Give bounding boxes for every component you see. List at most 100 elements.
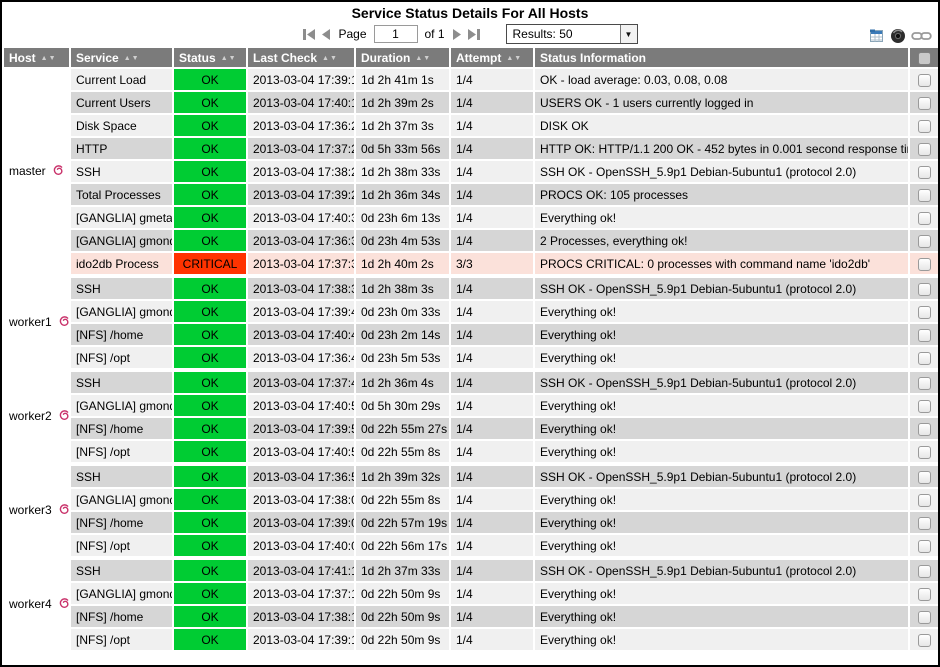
host-name[interactable]: worker4 [9,597,52,611]
row-select-checkbox[interactable] [918,377,931,390]
row-select-checkbox[interactable] [918,446,931,459]
sort-arrows-icon[interactable]: ▲▼ [124,55,140,62]
attempt: 1/4 [451,629,533,650]
service-row: Disk SpaceOK2013-03-04 17:36:211d 2h 37m… [4,115,938,136]
page-number-input[interactable] [374,25,418,43]
export-csv-icon[interactable] [868,28,885,44]
service-name[interactable]: HTTP [71,138,172,159]
row-select-checkbox[interactable] [918,306,931,319]
attempt: 1/4 [451,92,533,113]
host-name[interactable]: worker3 [9,503,52,517]
prev-page-icon[interactable] [321,28,331,41]
service-name[interactable]: [GANGLIA] gmond [71,583,172,604]
sort-arrows-icon[interactable]: ▲▼ [506,55,522,62]
service-name[interactable]: SSH [71,278,172,299]
row-select-checkbox[interactable] [918,400,931,413]
service-name[interactable]: Total Processes [71,184,172,205]
service-name[interactable]: SSH [71,466,172,487]
duration: 0d 22h 55m 27s [356,418,449,439]
service-name[interactable]: [GANGLIA] gmetad [71,207,172,228]
row-select-checkbox[interactable] [918,212,931,225]
service-name[interactable]: [NFS] /opt [71,535,172,556]
permalink-icon[interactable] [911,30,932,42]
service-row: Current UsersOK2013-03-04 17:40:181d 2h … [4,92,938,113]
service-row: worker4SSHOK2013-03-04 17:41:111d 2h 37m… [4,560,938,581]
row-select-checkbox[interactable] [918,588,931,601]
service-name[interactable]: [NFS] /home [71,324,172,345]
first-page-icon[interactable] [302,28,316,41]
row-select-checkbox[interactable] [918,634,931,647]
row-select-checkbox[interactable] [918,189,931,202]
service-name[interactable]: SSH [71,161,172,182]
row-select-checkbox[interactable] [918,120,931,133]
row-select-checkbox[interactable] [918,565,931,578]
row-select-checkbox[interactable] [918,97,931,110]
results-per-page-select[interactable]: Results: 50 ▼ [506,24,638,44]
pause-refresh-icon[interactable] [890,28,906,44]
service-name[interactable]: [NFS] /opt [71,629,172,650]
service-name[interactable]: SSH [71,560,172,581]
column-header-service[interactable]: Service▲▼ [71,48,172,67]
service-name[interactable]: [NFS] /opt [71,441,172,462]
service-name[interactable]: [GANGLIA] gmond [71,489,172,510]
duration: 0d 5h 30m 29s [356,395,449,416]
sort-arrows-icon[interactable]: ▲▼ [221,55,237,62]
status-information: SSH OK - OpenSSH_5.9p1 Debian-5ubuntu1 (… [535,560,908,581]
attempt: 1/4 [451,560,533,581]
duration: 0d 23h 5m 53s [356,347,449,368]
row-select-checkbox[interactable] [918,352,931,365]
row-select-checkbox[interactable] [918,74,931,87]
row-select-cell [910,489,938,510]
next-page-icon[interactable] [452,28,462,41]
row-select-checkbox[interactable] [918,235,931,248]
host-name[interactable]: worker1 [9,315,52,329]
status-information: Everything ok! [535,441,908,462]
row-select-checkbox[interactable] [918,471,931,484]
row-select-checkbox[interactable] [918,258,931,271]
attempt: 1/4 [451,138,533,159]
column-header-attempt[interactable]: Attempt▲▼ [451,48,533,67]
service-row: [NFS] /optOK2013-03-04 17:40:060d 22h 56… [4,535,938,556]
duration: 0d 22h 56m 17s [356,535,449,556]
status-badge: OK [174,441,246,462]
host-name[interactable]: worker2 [9,409,52,423]
select-all-checkbox[interactable] [918,52,931,65]
service-name[interactable]: Current Users [71,92,172,113]
row-select-checkbox[interactable] [918,283,931,296]
sort-arrows-icon[interactable]: ▲▼ [322,55,338,62]
header-row: Host▲▼Service▲▼Status▲▼Last Check▲▼Durat… [4,48,938,67]
service-name[interactable]: ido2db Process [71,253,172,274]
row-select-checkbox[interactable] [918,540,931,553]
service-name[interactable]: [NFS] /home [71,418,172,439]
status-badge: OK [174,512,246,533]
row-select-checkbox[interactable] [918,494,931,507]
row-select-checkbox[interactable] [918,143,931,156]
row-select-checkbox[interactable] [918,611,931,624]
row-select-checkbox[interactable] [918,166,931,179]
row-select-cell [910,207,938,228]
status-badge: OK [174,560,246,581]
row-select-checkbox[interactable] [918,423,931,436]
debian-logo-icon [57,596,69,614]
column-header-duration[interactable]: Duration▲▼ [356,48,449,67]
column-header-last-check[interactable]: Last Check▲▼ [248,48,354,67]
service-name[interactable]: [GANGLIA] gmond [71,301,172,322]
service-name[interactable]: [NFS] /home [71,512,172,533]
sort-arrows-icon[interactable]: ▲▼ [415,55,431,62]
row-select-checkbox[interactable] [918,517,931,530]
service-name[interactable]: SSH [71,372,172,393]
service-name[interactable]: [NFS] /home [71,606,172,627]
sort-arrows-icon[interactable]: ▲▼ [41,55,57,62]
column-header-status[interactable]: Status▲▼ [174,48,246,67]
service-name[interactable]: [NFS] /opt [71,347,172,368]
service-name[interactable]: Disk Space [71,115,172,136]
row-select-cell [910,395,938,416]
host-name[interactable]: master [9,164,46,178]
row-select-checkbox[interactable] [918,329,931,342]
column-header-host[interactable]: Host▲▼ [4,48,69,67]
last-check: 2013-03-04 17:39:03 [248,512,354,533]
service-name[interactable]: [GANGLIA] gmond [71,395,172,416]
service-name[interactable]: [GANGLIA] gmond [71,230,172,251]
service-name[interactable]: Current Load [71,69,172,90]
last-page-icon[interactable] [467,28,481,41]
